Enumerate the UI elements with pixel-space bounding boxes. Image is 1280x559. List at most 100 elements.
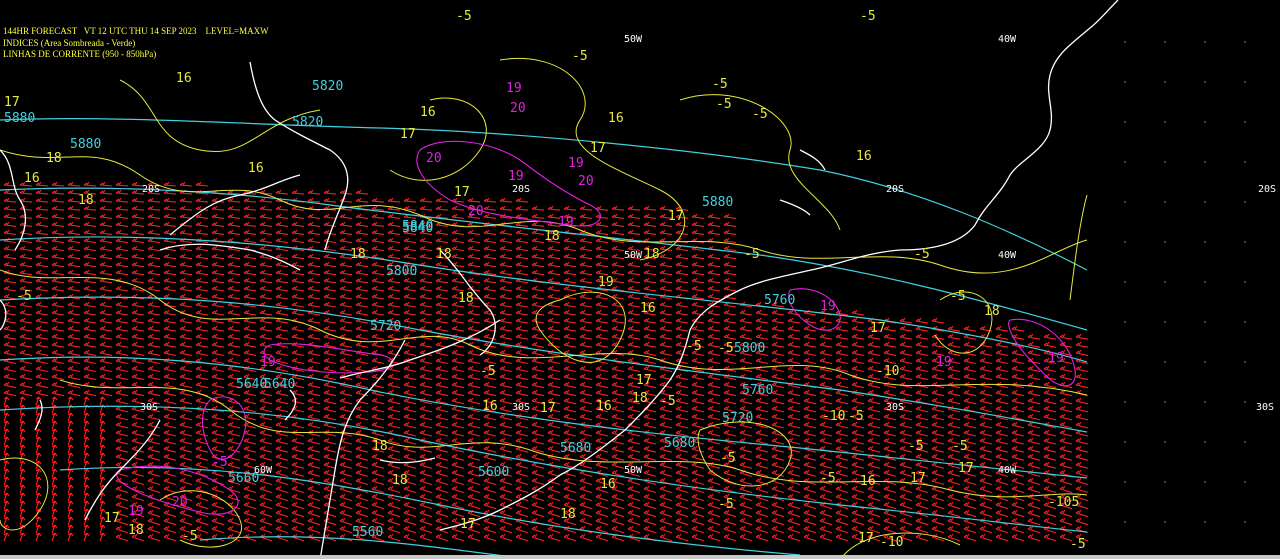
contour-label: 20 — [468, 204, 484, 219]
contour-label: 18 — [436, 247, 452, 262]
contour-label: -5 — [686, 339, 702, 354]
contour-label: 5820 — [292, 115, 323, 130]
contour-label: 17 — [460, 517, 476, 532]
contour-label: 5680 — [664, 436, 695, 451]
contour-label: 19 — [598, 275, 614, 290]
grid-dot — [1124, 281, 1126, 283]
contour-label: 18 — [372, 439, 388, 454]
contour-label: 17 — [590, 141, 606, 156]
contour-label: 19 — [508, 169, 524, 184]
contour-label: 18 — [392, 473, 408, 488]
contour-label: -5 — [860, 9, 876, 24]
grid-dot — [1164, 41, 1166, 43]
contour-label: 17 — [400, 127, 416, 142]
contour-label: 5600 — [478, 465, 509, 480]
contour-label: 17 — [104, 511, 120, 526]
grid-dot — [1124, 81, 1126, 83]
header-line-3: LINHAS DE CORRENTE (950 - 850hPa) — [3, 49, 157, 59]
contour-label: 19 — [128, 504, 144, 519]
grid-dot — [1164, 281, 1166, 283]
grid-dot — [1124, 121, 1126, 123]
contour-label: -5 — [212, 455, 228, 470]
contour-label: 19 — [558, 215, 574, 230]
contour-label: -5 — [914, 247, 930, 262]
grid-dot — [1164, 361, 1166, 363]
contour-label: 5640 — [264, 377, 295, 392]
grid-dot — [1244, 401, 1246, 403]
contour-label: -5 — [712, 77, 728, 92]
contour-label: 18 — [544, 229, 560, 244]
grid-dot — [1244, 521, 1246, 523]
grid-label-30s-b: 30S — [512, 402, 530, 413]
grid-dot — [1204, 201, 1206, 203]
contour-label: -10 — [876, 364, 899, 379]
grid-dot — [1204, 401, 1206, 403]
contour-label: 20 — [426, 151, 442, 166]
contour-label: -5 — [660, 394, 676, 409]
contour-label: -10 — [822, 409, 845, 424]
contour-label: 5880 — [70, 137, 101, 152]
bottom-edge — [0, 555, 1280, 559]
header-line-2: INDICES (Area Sombreada - Verde) — [3, 38, 136, 48]
contour-label: 20 — [172, 495, 188, 510]
contour-label: -105 — [1048, 495, 1079, 510]
contour-label: -10 — [880, 535, 903, 550]
grid-dot — [1204, 321, 1206, 323]
grid-dot — [1244, 201, 1246, 203]
contour-label: -5 — [752, 107, 768, 122]
grid-dot — [1124, 321, 1126, 323]
grid-label-50w-bot: 50W — [624, 465, 643, 476]
contour-label: 16 — [482, 399, 498, 414]
contour-label: -5 — [572, 49, 588, 64]
grid-dot — [1164, 201, 1166, 203]
grid-dot — [1204, 121, 1206, 123]
contour-label: -5 — [16, 289, 32, 304]
grid-dot — [1164, 161, 1166, 163]
contour-label: 16 — [24, 171, 40, 186]
grid-dot — [1124, 401, 1126, 403]
contour-label: 19 — [568, 156, 584, 171]
contour-label: 18 — [46, 151, 62, 166]
grid-dot — [1204, 441, 1206, 443]
contour-label: 17 — [870, 321, 886, 336]
contour-label: -5 — [952, 439, 968, 454]
contour-label: 18 — [458, 291, 474, 306]
contour-label: 5820 — [312, 79, 343, 94]
grid-dot — [1164, 121, 1166, 123]
grid-label-30s-c: 30S — [886, 402, 904, 413]
contour-label: 18 — [984, 304, 1000, 319]
grid-dot — [1244, 161, 1246, 163]
grid-label-30s-a: 30S — [140, 402, 158, 413]
contour-label: 5560 — [352, 525, 383, 540]
grid-dot — [1244, 441, 1246, 443]
grid-dot — [1204, 361, 1206, 363]
grid-dot — [1244, 81, 1246, 83]
grid-dot — [1244, 41, 1246, 43]
grid-dot — [1164, 441, 1166, 443]
contour-label: 19 — [260, 355, 276, 370]
grid-dot — [1124, 241, 1126, 243]
contour-label: 5880 — [702, 195, 733, 210]
contour-label: -5 — [720, 451, 736, 466]
contour-label: 20 — [510, 101, 526, 116]
grid-dot — [1164, 401, 1166, 403]
contour-label: 19 — [1048, 351, 1064, 366]
grid-label-30s-d: 30S — [1256, 402, 1274, 413]
contour-label: 5680 — [560, 441, 591, 456]
contour-label: -5 — [848, 409, 864, 424]
grid-dot — [1124, 201, 1126, 203]
grid-dot — [1244, 121, 1246, 123]
contour-label: -5 — [182, 529, 198, 544]
contour-label: 20 — [578, 174, 594, 189]
contour-label: 17 — [958, 461, 974, 476]
contour-label: 18 — [632, 391, 648, 406]
contour-label: 16 — [856, 149, 872, 164]
grid-dot — [1244, 481, 1246, 483]
contour-label: 18 — [350, 247, 366, 262]
contour-label: 17 — [858, 531, 874, 546]
contour-label: 16 — [608, 111, 624, 126]
contour-label: -5 — [908, 439, 924, 454]
weather-map: -5-5-5-5-5-516 16161617171718181818181816… — [0, 0, 1280, 559]
grid-dot — [1204, 41, 1206, 43]
grid-label-50w-top: 50W — [624, 34, 643, 45]
